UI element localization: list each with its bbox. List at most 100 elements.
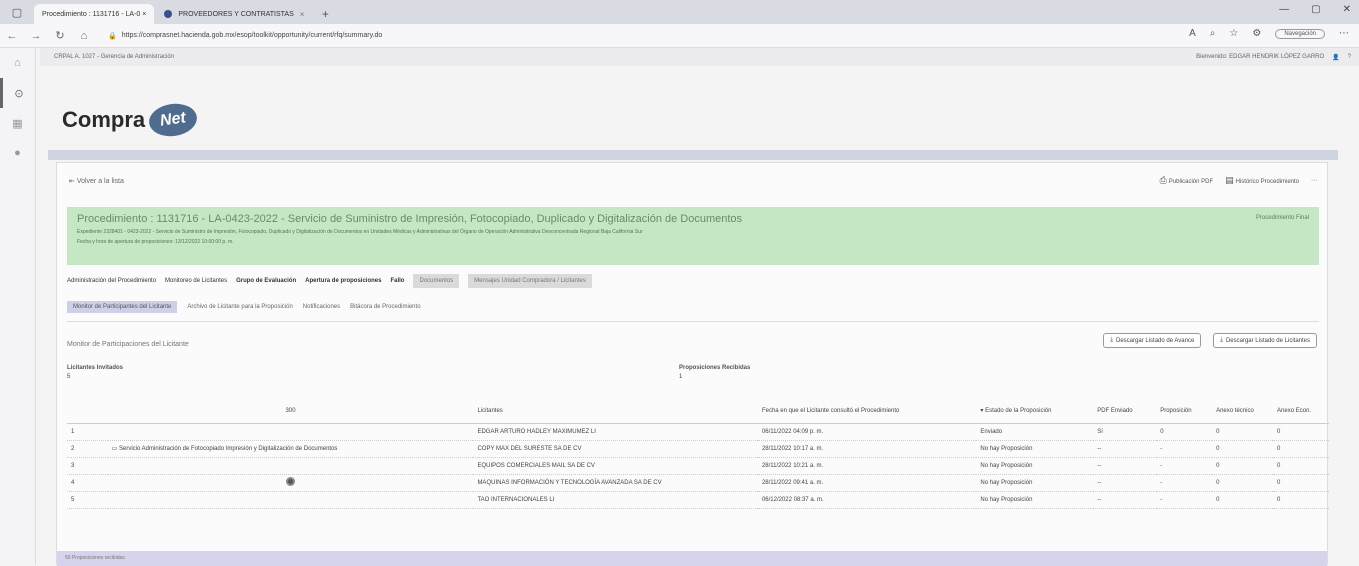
history-button[interactable]: ▤ Histórico Procedimiento (1225, 175, 1299, 186)
download-progress-button[interactable]: ⤓ Descargar Listado de Avance (1103, 333, 1202, 348)
tab-apertura[interactable]: Apertura de proposiciones (305, 275, 381, 287)
cell-anexo-economico: 0 (1273, 457, 1329, 475)
table-row[interactable]: 2 ▭ Servicio Administración de Fotocopia… (67, 440, 1329, 458)
favorites-icon[interactable]: ☆ (1229, 28, 1238, 39)
cell-proposicion: - (1156, 491, 1213, 509)
cell-licitante[interactable]: EQUIPOS COMERCIALES MAIL SA DE CV (473, 457, 758, 475)
cell-fecha: 06/11/2022 04:09 p. m. (757, 423, 977, 441)
cell-doc (107, 491, 474, 509)
download-icon: ⤓ (1110, 337, 1114, 343)
close-window-icon[interactable]: ✕ (1343, 4, 1351, 15)
read-aloud-icon[interactable]: A (1189, 28, 1196, 39)
subtab-bitacora[interactable]: Bitácora de Procedimiento (350, 304, 420, 310)
logo-badge: Net (147, 100, 200, 140)
back-arrow-icon: ⇤ (69, 178, 77, 185)
cell-proposicion: - (1156, 457, 1213, 475)
forward-icon[interactable]: → (24, 30, 48, 42)
col-estado[interactable]: ▾ Estado de la Proposición (976, 399, 1094, 424)
cell-anexo-tecnico: 0 (1212, 440, 1274, 458)
sidebar-apps-icon[interactable]: ▦ (0, 108, 35, 138)
tab-mensajes[interactable]: Mensajes Unidad Compradora / Licitantes (468, 274, 592, 288)
history-icon: ▤ (1225, 175, 1234, 185)
browser-tab-procedimiento[interactable]: Procedimiento : 1131716 - LA-0 × (34, 4, 155, 24)
browser-tab-proveedores[interactable]: PROVEEDORES Y CONTRATISTAS × (156, 4, 312, 24)
col-300[interactable]: 300 (107, 399, 474, 424)
more-menu-icon[interactable]: ⋯ (1339, 28, 1349, 39)
tab-administracion[interactable]: Administración del Procedimiento (67, 275, 156, 287)
home-icon[interactable]: ⌂ (72, 30, 96, 42)
sidebar-compass-icon[interactable]: ⊙ (0, 78, 35, 108)
cell-anexo-economico: 0 (1273, 423, 1329, 441)
browser-sidebar: ⌂ ⊙ ▦ ● (0, 48, 36, 565)
col-anexo-tecnico[interactable]: Anexo técnico (1212, 399, 1274, 424)
stats: Licitantes Invitados 5 Proposiciones Rec… (67, 365, 1319, 391)
cell-licitante[interactable]: EDGAR ARTURO HADLEY MAXIMUMEZ LI (473, 423, 758, 441)
table-row[interactable]: 5 TAO INTERNACIONALES LI 06/12/2022 08:3… (67, 491, 1329, 509)
cell-anexo-economico: 0 (1273, 440, 1329, 458)
col-licitantes[interactable]: Licitantes (473, 399, 758, 424)
cell-doc-text: Servicio Administración de Fotocopiado I… (118, 446, 338, 452)
document-icon: ▭ (111, 446, 119, 452)
col-anexo-economico[interactable]: Anexo Econ. (1273, 399, 1329, 424)
tab-fallo[interactable]: Fallo (390, 275, 404, 287)
cell-licitante[interactable]: TAO INTERNACIONALES LI (473, 491, 758, 509)
col-pdf[interactable]: PDF Enviado (1093, 399, 1157, 424)
url-field[interactable]: 🔒 https://comprasnet.hacienda.gob.mx/eso… (102, 28, 622, 44)
cell-estado: No hay Proposición (976, 457, 1094, 475)
table-header-row: 300 Licitantes Fecha en que el Licitante… (67, 399, 1329, 424)
table-row[interactable]: 4 MAQUINAS INFORMACIÓN Y TECNOLOGÍA AVAN… (67, 474, 1329, 492)
help-icon[interactable]: ? (1348, 54, 1351, 60)
tab-monitoreo[interactable]: Monitoreo de Licitantes (165, 275, 227, 287)
cell-doc: ▭ Servicio Administración de Fotocopiado… (107, 440, 474, 458)
profile-pill[interactable]: Navegación (1275, 28, 1325, 39)
procedure-header: Procedimiento : 1131716 - LA-0423-2022 -… (67, 207, 1319, 265)
cell-licitante[interactable]: MAQUINAS INFORMACIÓN Y TECNOLOGÍA AVANZA… (473, 474, 758, 492)
divider (67, 321, 1319, 322)
subtab-notificaciones[interactable]: Notificaciones (303, 304, 340, 310)
back-icon[interactable]: ← (0, 30, 24, 42)
window-menu-icon[interactable]: ▢ (0, 0, 34, 24)
download-progress-label: Descargar Listado de Avance (1116, 337, 1195, 344)
sidebar-home-icon[interactable]: ⌂ (0, 48, 35, 78)
table-row[interactable]: 1 EDGAR ARTURO HADLEY MAXIMUMEZ LI 06/11… (67, 423, 1329, 441)
lock-icon: 🔒 (108, 32, 117, 40)
browser-titlebar: ▢ Procedimiento : 1131716 - LA-0 × PROVE… (0, 0, 1359, 24)
unit-label: CRPAL A. 1027 - Gerencia de Administraci… (54, 54, 175, 60)
tab-grupo-evaluacion[interactable]: Grupo de Evaluación (236, 275, 296, 287)
tab-documentos[interactable]: Documentos (413, 274, 460, 288)
selection-radio-icon[interactable] (286, 477, 296, 486)
close-tab-icon[interactable]: × (300, 10, 305, 19)
sub-tabs: Monitor de Participantes del Licitante A… (67, 301, 1319, 313)
subtab-monitor[interactable]: Monitor de Participantes del Licitante (67, 301, 178, 313)
table-footer: 50 Proposiciones recibidas (57, 551, 1327, 566)
cell-licitante[interactable]: COPY MAX DEL SURESTE SA DE CV (473, 440, 758, 458)
back-label: Volver a la lista (76, 178, 124, 185)
maximize-icon[interactable]: ▢ (1311, 4, 1320, 15)
subtab-archivo[interactable]: Archivo de Licitante para la Proposición (187, 304, 292, 310)
cell-estado: No hay Proposición (976, 491, 1094, 509)
cell-fecha: 28/11/2022 10:17 a. m. (757, 440, 977, 458)
cell-anexo-tecnico: 0 (1212, 474, 1274, 492)
tools-more-icon[interactable]: ⋯ (1311, 177, 1317, 184)
extensions-icon[interactable]: ⚙ (1252, 28, 1261, 39)
download-bidders-button[interactable]: ⤓ Descargar Listado de Licitantes (1213, 333, 1317, 348)
col-fecha[interactable]: Fecha en que el Licitante consultó el Pr… (757, 399, 977, 424)
reload-icon[interactable]: ↻ (48, 29, 72, 42)
procedure-status: Procedimiento Final (1255, 215, 1309, 221)
zoom-icon[interactable]: ⌕ (1210, 28, 1216, 39)
user-icon[interactable]: 👤 (1332, 54, 1339, 61)
cell-estado: Enviado (976, 423, 1094, 441)
cell-fecha: 06/12/2022 08:37 a. m. (757, 491, 977, 509)
stat-received-value: 1 (679, 374, 683, 380)
history-label: Histórico Procedimiento (1235, 179, 1299, 185)
sidebar-globe-icon[interactable]: ● (0, 138, 35, 168)
col-proposicion[interactable]: Proposición (1156, 399, 1213, 424)
cell-pdf: -- (1093, 491, 1157, 509)
back-to-list-link[interactable]: ⇤ Volver a la lista (69, 177, 124, 185)
minimize-icon[interactable]: — (1279, 4, 1289, 15)
stat-invited-label: Licitantes Invitados (67, 365, 124, 371)
cell-fecha: 28/11/2022 10:21 a. m. (757, 457, 977, 475)
publish-pdf-button[interactable]: ⎙ Publicación PDF (1160, 175, 1214, 186)
new-tab-button[interactable]: + (314, 4, 336, 24)
table-row[interactable]: 3 EQUIPOS COMERCIALES MAIL SA DE CV 28/1… (67, 457, 1329, 475)
